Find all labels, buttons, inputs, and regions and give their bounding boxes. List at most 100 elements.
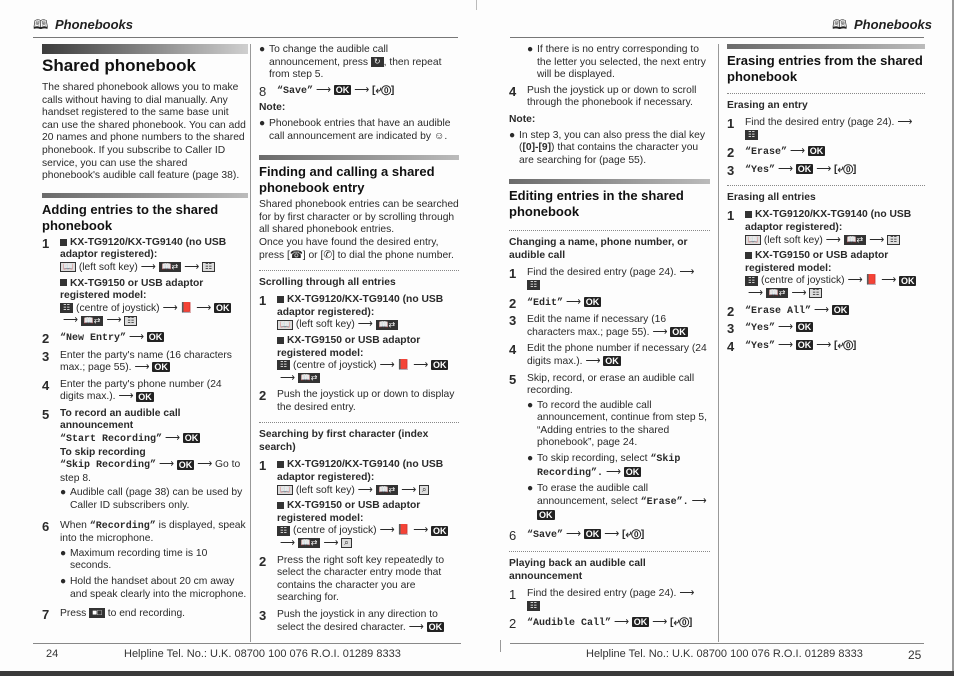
shared-phonebook-icon: 📖⇄: [375, 319, 399, 330]
shared-phonebook-icon: 📖⇄: [765, 288, 789, 299]
manual-spread: 🕮 Phonebooks 🕮 Phonebooks Shared phonebook…: [0, 0, 954, 676]
arrow-icon: ⟶: [847, 275, 863, 287]
step-text: Press the right soft key repeatedly to s…: [277, 554, 445, 604]
arrow-icon: ⟶: [165, 433, 180, 445]
step: 3 Enter the party's name (16 characters …: [42, 349, 248, 375]
ok-icon: OK: [670, 327, 688, 337]
section-bar: [42, 192, 248, 198]
step-number: 2: [509, 295, 517, 311]
step: 4 “Yes” ⟶ OK ⟶ [⤶⓪]: [727, 340, 925, 354]
step-text: Edit the name if necessary (16 character…: [527, 314, 667, 338]
step-number: 3: [259, 608, 267, 623]
arrow-icon: ⟶: [140, 261, 156, 273]
step-number: 1: [259, 458, 267, 474]
menu-option: “Yes”: [745, 323, 776, 335]
step-number: 4: [42, 377, 50, 393]
column-2: ● To change the audible call announcement…: [259, 44, 459, 638]
ok-icon: OK: [623, 466, 642, 477]
ok-icon: OK: [831, 304, 850, 315]
arrow-icon: ⟶: [401, 484, 416, 496]
step: 4 Push the joystick up or down to scroll…: [509, 85, 710, 110]
arrow-icon: ⟶: [816, 339, 832, 351]
arrow-icon: ⟶: [778, 322, 793, 334]
step-number: 5: [509, 371, 517, 387]
step-number: 4: [509, 83, 517, 99]
subsection-title: Erasing an entry: [727, 93, 925, 112]
arrow-icon: ⟶: [280, 538, 295, 550]
off-key-icon: [⤶⓪]: [834, 339, 857, 351]
step: 2 Push the joystick up or down to displa…: [259, 389, 459, 414]
ok-icon: OK: [795, 340, 814, 350]
bullet-text: Maximum recording time is 10 seconds.: [70, 547, 208, 572]
shared-phonebook-icon: 📖⇄: [297, 538, 321, 549]
section-title: Erasing entries from the shared phoneboo…: [727, 53, 923, 84]
step: 2 “New Entry” ⟶ OK: [42, 332, 248, 346]
step-number: 2: [727, 303, 735, 319]
step-number: 7: [42, 607, 50, 623]
path-text: (left soft key): [78, 261, 138, 273]
bullet-text: To record the audible call announcement,…: [537, 399, 708, 449]
phonebook-softkey-icon: 📖: [277, 484, 293, 495]
header-right-title: Phonebooks: [854, 17, 933, 32]
menu-icon: ☷: [527, 600, 541, 611]
menu-icon: ☷: [886, 234, 901, 245]
model-label: KX-TG9120/KX-TG9140 (no USB adaptor regi…: [745, 209, 912, 233]
header-right: 🕮 Phonebooks: [832, 16, 932, 38]
arrow-icon: ⟶: [790, 146, 805, 158]
arrow-icon: ⟶: [778, 339, 793, 351]
intro-text: Shared phonebook entries can be searched…: [259, 199, 459, 236]
path-text: (left soft key): [295, 484, 355, 496]
ok-icon: OK: [430, 360, 449, 371]
model-label: KX-TG9150 or USB adaptor registered mode…: [277, 500, 421, 524]
arrow-icon: ⟶: [791, 287, 807, 299]
arrow-icon: ⟶: [604, 529, 620, 541]
step-number: 2: [259, 553, 267, 569]
arrow-icon: ⟶: [408, 621, 424, 633]
ok-icon: OK: [136, 391, 154, 402]
section-title: Editing entries in the shared phonebook: [509, 188, 684, 220]
column-divider: [500, 640, 501, 652]
menu-option: “Save”: [277, 85, 314, 97]
section-bar: [727, 44, 925, 49]
menu-option: “Audible Call”: [527, 617, 612, 629]
bullet-icon: ●: [60, 576, 67, 587]
path-text: (centre of joystick): [76, 302, 160, 314]
path-text: (centre of joystick): [293, 525, 377, 537]
step: 2 “Erase” ⟶ OK: [727, 146, 925, 160]
column-1: Shared phonebook The shared phonebook al…: [42, 44, 248, 625]
square-bullet-icon: [277, 336, 284, 344]
arrow-icon: ⟶: [413, 525, 428, 537]
arrow-icon: ⟶: [379, 360, 395, 372]
step-text: Push the joystick up or down to display …: [277, 389, 455, 413]
ok-icon: OK: [430, 525, 449, 536]
menu-option: “Yes”: [745, 164, 776, 176]
step-number: 1: [42, 235, 50, 251]
step-number: 1: [259, 293, 267, 309]
step-number: 3: [509, 313, 517, 329]
section-bar: [259, 155, 459, 161]
step-text: Find the desired entry (page 24).: [527, 587, 677, 599]
bullet-icon: ●: [527, 399, 534, 411]
phonebook-softkey-icon: 📖: [277, 319, 293, 330]
step: 1 Find the desired entry (page 24). ⟶ ☷: [509, 588, 710, 613]
dial-keys: [0]-[9]: [522, 142, 552, 154]
step: 1 KX-TG9120/KX-TG9140 (no USB adaptor re…: [42, 237, 248, 328]
arrow-icon: ⟶: [354, 84, 370, 96]
step-number: 8: [259, 83, 267, 99]
shared-phonebook-icon: 📖⇄: [80, 315, 104, 326]
step: 3 Edit the name if necessary (16 charact…: [509, 314, 710, 339]
arrow-icon: ⟶: [280, 372, 295, 384]
section-title: Adding entries to the shared phonebook: [42, 201, 219, 233]
step-number: 6: [509, 528, 517, 544]
arrow-icon: ⟶: [162, 302, 178, 314]
arrow-icon: ⟶: [63, 315, 78, 327]
column-3: ● If there is no entry corresponding to t…: [509, 44, 710, 634]
intro-text: Once you have found the desired entry, p…: [259, 236, 454, 261]
subsection-title: Playing back an audible call announcemen…: [509, 550, 710, 583]
step: 2 “Edit” ⟶ OK: [509, 297, 710, 311]
arrow-icon: ⟶: [357, 319, 373, 331]
page-number-left: 24: [46, 648, 59, 660]
bullet-icon: ●: [527, 453, 534, 465]
model-label: KX-TG9120/KX-TG9140 (no USB adaptor regi…: [60, 236, 227, 261]
arrow-icon: ⟶: [196, 302, 211, 314]
